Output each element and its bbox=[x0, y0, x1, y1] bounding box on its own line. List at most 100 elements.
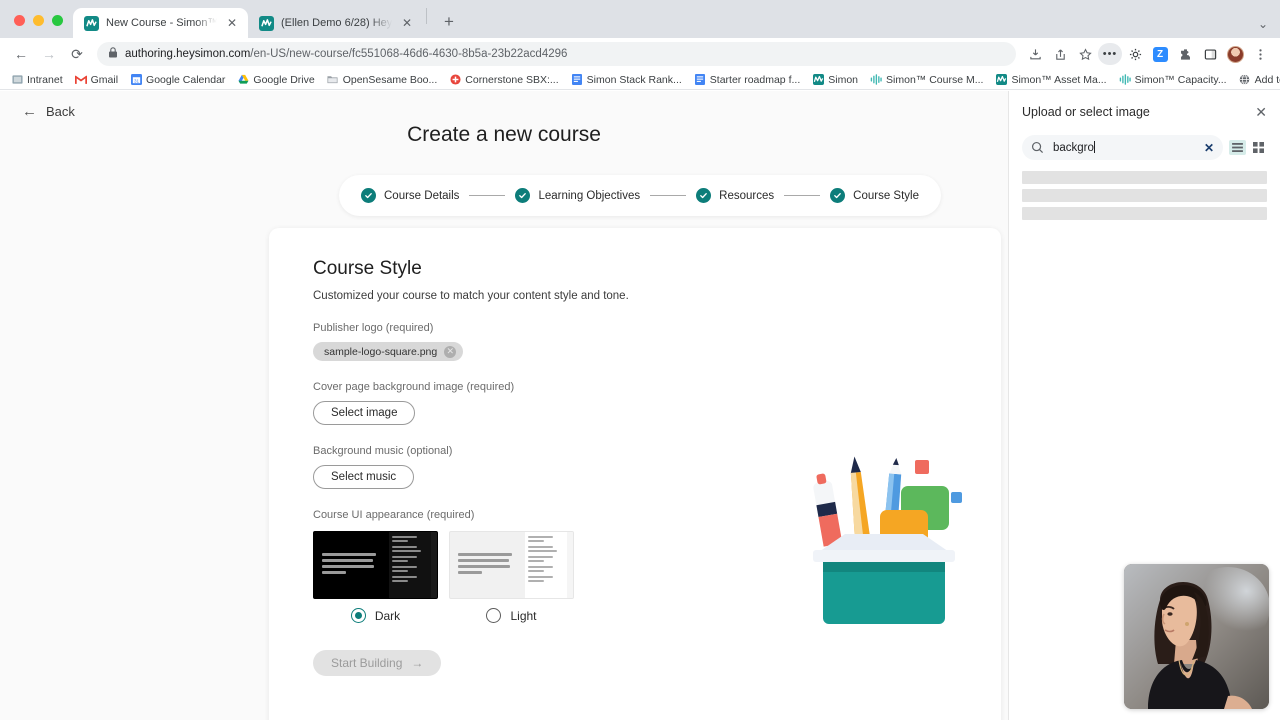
address-bar[interactable]: authoring.heysimon.com/en-US/new-course/… bbox=[97, 42, 1016, 66]
gear-icon[interactable] bbox=[1123, 42, 1147, 66]
profile-avatar[interactable] bbox=[1223, 42, 1247, 66]
start-building-button[interactable]: Start Building → bbox=[313, 650, 442, 676]
bookmarks-bar: Intranet Gmail 31 Google Calendar Google Dri… bbox=[0, 70, 1280, 90]
chevron-down-icon[interactable]: ⌄ bbox=[1258, 17, 1268, 31]
close-icon[interactable]: ✕ bbox=[1255, 105, 1267, 119]
start-building-label: Start Building bbox=[331, 656, 403, 670]
select-music-button[interactable]: Select music bbox=[313, 465, 415, 489]
stepper-step-3[interactable]: Course Style bbox=[830, 188, 919, 203]
publisher-logo-label: Publisher logo (required) bbox=[313, 322, 434, 334]
page-title: Create a new course bbox=[407, 123, 601, 146]
search-input[interactable]: backgro ✕ bbox=[1022, 135, 1223, 160]
light-radio-row[interactable]: Light bbox=[449, 608, 574, 623]
extensions-icon[interactable]: ••• bbox=[1097, 42, 1123, 66]
dark-radio-button[interactable] bbox=[350, 608, 366, 623]
dark-theme-thumbnail[interactable] bbox=[313, 531, 438, 599]
bookmark-label: Simon Stack Rank... bbox=[586, 73, 682, 86]
new-tab-button[interactable]: + bbox=[436, 9, 462, 35]
bookmark-item[interactable]: Simon Stack Rank... bbox=[565, 73, 688, 87]
search-input-value: backgro bbox=[1053, 141, 1195, 154]
select-image-button[interactable]: Select image bbox=[313, 401, 416, 425]
extensions-pill[interactable]: ••• bbox=[1097, 43, 1123, 65]
dark-radio-row[interactable]: Dark bbox=[313, 608, 438, 623]
minimize-window-button[interactable] bbox=[33, 15, 44, 26]
stepper-step-2[interactable]: Resources bbox=[696, 188, 774, 203]
url-domain: authoring.heysimon.com bbox=[125, 48, 251, 60]
grid-view-icon[interactable] bbox=[1250, 140, 1267, 155]
bookmark-item[interactable]: Cornerstone SBX:... bbox=[443, 73, 564, 87]
text-caret bbox=[1093, 141, 1095, 153]
bookmark-label: Cornerstone SBX:... bbox=[465, 73, 559, 86]
address-bar-url: authoring.heysimon.com/en-US/new-course/… bbox=[125, 48, 567, 60]
remove-logo-icon[interactable]: ✕ bbox=[444, 345, 457, 358]
bookmark-item[interactable]: Intranet bbox=[5, 73, 69, 87]
list-view-icon[interactable] bbox=[1229, 140, 1246, 155]
share-icon[interactable] bbox=[1048, 42, 1072, 66]
url-path: /en-US/new-course/fc551068-46d6-4630-8b5… bbox=[250, 48, 568, 60]
theme-option-dark[interactable]: Dark bbox=[313, 531, 438, 623]
download-icon[interactable] bbox=[1023, 42, 1047, 66]
light-radio-button[interactable] bbox=[486, 608, 502, 623]
stepper-step-1[interactable]: Learning Objectives bbox=[515, 188, 640, 203]
section-title: Course Style bbox=[313, 258, 422, 279]
webcam-overlay[interactable] bbox=[1124, 564, 1269, 709]
docs-icon bbox=[571, 74, 583, 86]
simon-wave-icon bbox=[870, 74, 882, 86]
results-loading-skeletons bbox=[1022, 171, 1267, 220]
tab-strip: New Course - Simon™ Course ✕ (Ellen Demo… bbox=[0, 0, 1280, 38]
puzzle-icon[interactable] bbox=[1173, 42, 1197, 66]
course-style-card: Course Style Customized your course to m… bbox=[269, 228, 1001, 720]
stepper-step-0[interactable]: Course Details bbox=[361, 188, 459, 203]
kebab-menu-icon[interactable] bbox=[1248, 42, 1272, 66]
simon-favicon-icon bbox=[84, 15, 99, 31]
back-nav-icon[interactable]: ← bbox=[8, 41, 34, 67]
bookmark-item[interactable]: Simon™ Capacity... bbox=[1113, 73, 1233, 87]
bookmark-item[interactable]: 31 Google Calendar bbox=[124, 73, 231, 87]
simon-favicon-icon bbox=[259, 15, 274, 31]
light-theme-thumbnail[interactable] bbox=[449, 531, 574, 599]
panel-header: Upload or select image ✕ bbox=[1022, 105, 1267, 119]
simon-icon bbox=[995, 74, 1007, 86]
bookmark-item[interactable]: Add to Joy bbox=[1233, 73, 1280, 87]
search-icon bbox=[1031, 141, 1044, 154]
bookmark-label: Starter roadmap f... bbox=[709, 73, 801, 86]
clear-search-icon[interactable]: ✕ bbox=[1204, 141, 1214, 155]
browser-window: New Course - Simon™ Course ✕ (Ellen Demo… bbox=[0, 0, 1280, 720]
view-mode-toggle bbox=[1229, 140, 1267, 155]
bookmark-item[interactable]: Simon™ Course M... bbox=[864, 73, 989, 87]
browser-tab-1[interactable]: New Course - Simon™ Course ✕ bbox=[73, 8, 248, 38]
thumbnail-text-lines bbox=[458, 553, 517, 577]
browser-tab-2[interactable]: (Ellen Demo 6/28) Hey Simon! ✕ bbox=[248, 8, 423, 38]
side-panel-icon[interactable] bbox=[1198, 42, 1222, 66]
zoom-badge-label: Z bbox=[1152, 46, 1168, 62]
forward-nav-icon[interactable]: → bbox=[36, 41, 62, 67]
bookmark-label: Intranet bbox=[27, 73, 63, 86]
bookmark-item[interactable]: Simon™ Asset Ma... bbox=[989, 73, 1112, 87]
cover-image-label: Cover page background image (required) bbox=[313, 381, 515, 393]
thumbnail-body bbox=[314, 532, 389, 598]
bookmark-item[interactable]: Gmail bbox=[69, 73, 124, 87]
cover-image-field: Cover page background image (required) S… bbox=[313, 381, 957, 425]
toolbar-icon-group: ••• Z bbox=[1023, 42, 1272, 66]
theme-option-light[interactable]: Light bbox=[449, 531, 574, 623]
reload-icon[interactable]: ⟳ bbox=[64, 41, 90, 67]
back-button[interactable]: ← Back bbox=[22, 103, 75, 120]
window-controls[interactable] bbox=[10, 15, 73, 38]
bookmark-item[interactable]: Google Drive bbox=[231, 73, 320, 87]
publisher-logo-chip[interactable]: sample-logo-square.png ✕ bbox=[313, 342, 464, 361]
stepper-step-label: Learning Objectives bbox=[538, 189, 641, 202]
close-tab-button[interactable]: ✕ bbox=[224, 15, 240, 31]
close-tab-button[interactable]: ✕ bbox=[399, 15, 415, 31]
zoom-badge-icon[interactable]: Z bbox=[1148, 42, 1172, 66]
thumbnail-sidebar bbox=[389, 532, 431, 598]
bookmark-item[interactable]: Simon bbox=[806, 73, 864, 87]
bookmark-star-icon[interactable] bbox=[1073, 42, 1097, 66]
bookmark-item[interactable]: Starter roadmap f... bbox=[688, 73, 806, 87]
close-window-button[interactable] bbox=[14, 15, 25, 26]
tab-title: (Ellen Demo 6/28) Hey Simon! bbox=[281, 17, 392, 29]
maximize-window-button[interactable] bbox=[52, 15, 63, 26]
bookmark-item[interactable]: OpenSesame Boo... bbox=[321, 73, 444, 87]
panel-search-row: backgro ✕ bbox=[1022, 135, 1267, 160]
page-content: ← Back Create a new course Course Detail… bbox=[0, 91, 1008, 720]
simon-icon bbox=[812, 74, 824, 86]
